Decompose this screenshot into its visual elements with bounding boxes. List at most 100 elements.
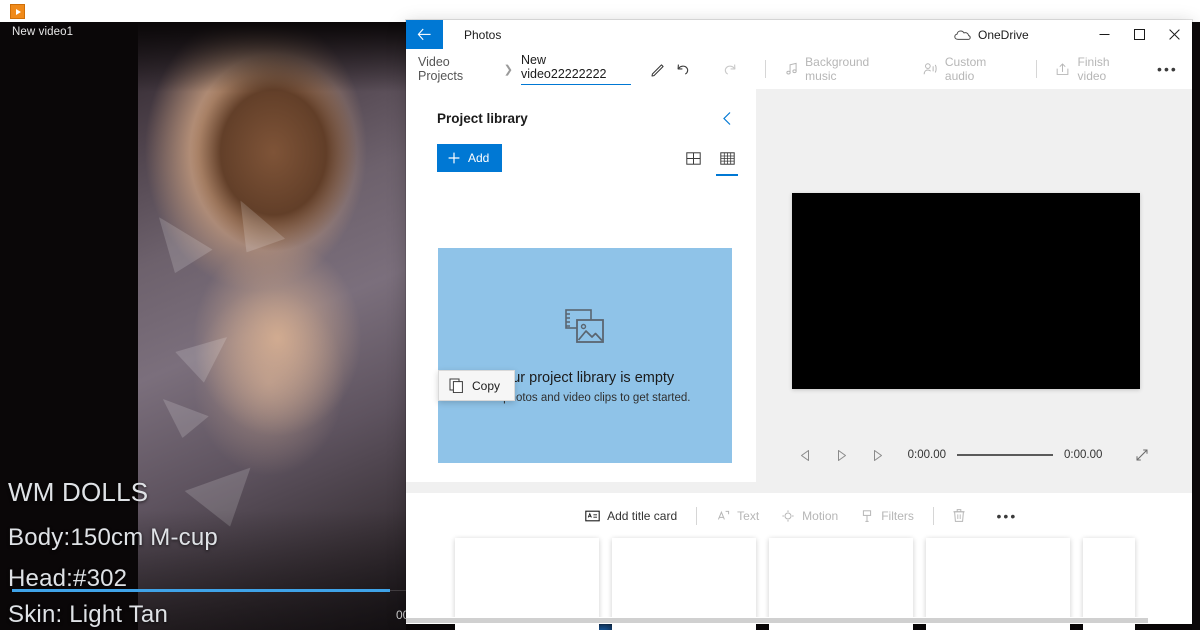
preview-panel: 0:00.00 0:00.00	[756, 89, 1192, 482]
minimize-icon	[1099, 34, 1110, 35]
filters-icon	[863, 509, 872, 522]
photo-caption-line-4: Skin: Light Tan	[0, 601, 268, 629]
toolbar-divider	[764, 60, 766, 78]
background-music-label: Background music	[805, 55, 870, 83]
copy-context-button[interactable]: Copy	[438, 370, 516, 401]
previous-frame-button[interactable]	[788, 441, 824, 469]
background-window-titlebar	[0, 0, 1200, 22]
rename-project-button[interactable]	[651, 62, 666, 77]
cloud-icon	[954, 30, 971, 40]
close-icon	[1169, 29, 1180, 40]
delete-button[interactable]	[942, 501, 976, 531]
screenshot-root: New video1 WM DOLLS Body:150cm M-cup Hea…	[0, 0, 1200, 630]
empty-library-title: Your project library is empty	[495, 370, 675, 386]
toolbar-divider-2	[1035, 60, 1037, 78]
copy-label: Copy	[472, 378, 501, 393]
back-arrow-icon	[417, 28, 431, 41]
storyboard-scrollbar-thumb[interactable]	[406, 618, 1148, 623]
custom-audio-button[interactable]: Custom audio	[912, 54, 1028, 84]
media-player-icon	[10, 4, 25, 19]
background-progress-fill	[12, 589, 390, 592]
window-controls	[1087, 20, 1192, 49]
minimize-button[interactable]	[1087, 20, 1122, 49]
storyboard-more-button[interactable]: •••	[990, 501, 1024, 531]
fullscreen-icon	[1136, 449, 1148, 461]
scrub-bar[interactable]	[957, 454, 1053, 456]
project-library-panel: Project library Add Your project library…	[406, 89, 756, 482]
caption-text: WM DOLLS	[8, 477, 149, 507]
export-icon	[1056, 63, 1069, 75]
onedrive-label: OneDrive	[978, 27, 1029, 42]
storyboard-scrollbar[interactable]	[406, 617, 1192, 624]
music-note-icon	[785, 62, 797, 75]
play-icon	[838, 449, 847, 461]
photo-video-icon	[562, 307, 608, 352]
project-name-input[interactable]: New video22222222	[520, 53, 632, 85]
photos-app-window: Photos OneDrive Video Projects ❯ New vid…	[406, 20, 1192, 630]
redo-icon	[724, 64, 735, 74]
text-icon	[718, 510, 730, 520]
finish-video-button[interactable]: Finish video	[1045, 54, 1151, 84]
collapse-library-button[interactable]	[717, 107, 738, 130]
library-actions: Add	[406, 130, 756, 176]
filters-button[interactable]: Filters	[849, 501, 925, 531]
maximize-icon	[1134, 29, 1145, 40]
undo-icon	[677, 64, 689, 74]
background-progress-bar[interactable]	[12, 589, 390, 592]
next-frame-button[interactable]	[860, 441, 896, 469]
more-icon: •••	[996, 507, 1018, 524]
fullscreen-button[interactable]	[1124, 441, 1160, 469]
motion-button[interactable]: Motion	[770, 501, 849, 531]
onedrive-status[interactable]: OneDrive	[954, 20, 1029, 49]
previous-frame-icon	[801, 449, 810, 461]
pencil-icon	[651, 63, 664, 76]
play-button[interactable]	[824, 441, 860, 469]
custom-audio-label: Custom audio	[944, 55, 987, 83]
storyboard-divider-2	[932, 506, 934, 525]
background-right-edge	[1192, 22, 1200, 630]
add-title-card-button[interactable]: Add title card	[574, 501, 688, 531]
app-body: Project library Add Your project library…	[406, 89, 1192, 630]
photo-body-region	[164, 252, 374, 512]
finish-video-label: Finish video	[1077, 55, 1110, 83]
grid-small-icon	[719, 151, 735, 165]
text-label: Text	[737, 508, 760, 523]
storyboard-toolbar: Add title card Text Motion Filters •••	[406, 493, 1192, 538]
breadcrumb-parent-link[interactable]: Video Projects	[418, 55, 496, 83]
close-button[interactable]	[1157, 20, 1192, 49]
view-toggle-group	[680, 145, 740, 176]
app-name-label: Photos	[464, 27, 502, 42]
empty-library-placeholder[interactable]: Your project library is empty Add photos…	[438, 248, 732, 463]
video-preview-surface[interactable]	[792, 193, 1140, 389]
redo-button[interactable]	[713, 54, 746, 84]
app-titlebar: Photos OneDrive	[406, 20, 1192, 49]
undo-button[interactable]	[666, 54, 699, 84]
add-media-button[interactable]: Add	[437, 144, 503, 172]
next-frame-icon	[874, 449, 883, 461]
current-time-label: 0:00.00	[907, 449, 946, 461]
more-icon: •••	[1157, 61, 1178, 77]
grid-view-button[interactable]	[680, 145, 706, 171]
chevron-left-icon	[723, 112, 731, 125]
motion-icon	[782, 509, 795, 522]
back-button[interactable]	[406, 20, 443, 49]
library-header: Project library	[406, 89, 756, 130]
add-button-label: Add	[468, 151, 490, 165]
photo-caption-line-1: WM DOLLS	[0, 477, 268, 508]
library-title: Project library	[437, 111, 528, 126]
add-title-card-label: Add title card	[607, 508, 678, 523]
detail-view-button[interactable]	[714, 145, 740, 176]
plus-icon	[448, 152, 460, 164]
storyboard-divider-1	[696, 506, 698, 525]
copy-icon	[449, 378, 463, 393]
storyboard-panel: Add title card Text Motion Filters •••	[406, 493, 1192, 630]
total-time-label: 0:00.00	[1064, 449, 1103, 461]
maximize-button[interactable]	[1122, 20, 1157, 49]
breadcrumb: Video Projects ❯ New video22222222	[406, 53, 666, 85]
caption-text: Skin: Light Tan	[8, 601, 168, 628]
more-options-button[interactable]: •••	[1151, 54, 1184, 84]
storyboard-strip	[406, 538, 1192, 630]
text-button[interactable]: Text	[705, 501, 770, 531]
person-audio-icon	[923, 63, 937, 75]
background-music-button[interactable]: Background music	[774, 54, 913, 84]
